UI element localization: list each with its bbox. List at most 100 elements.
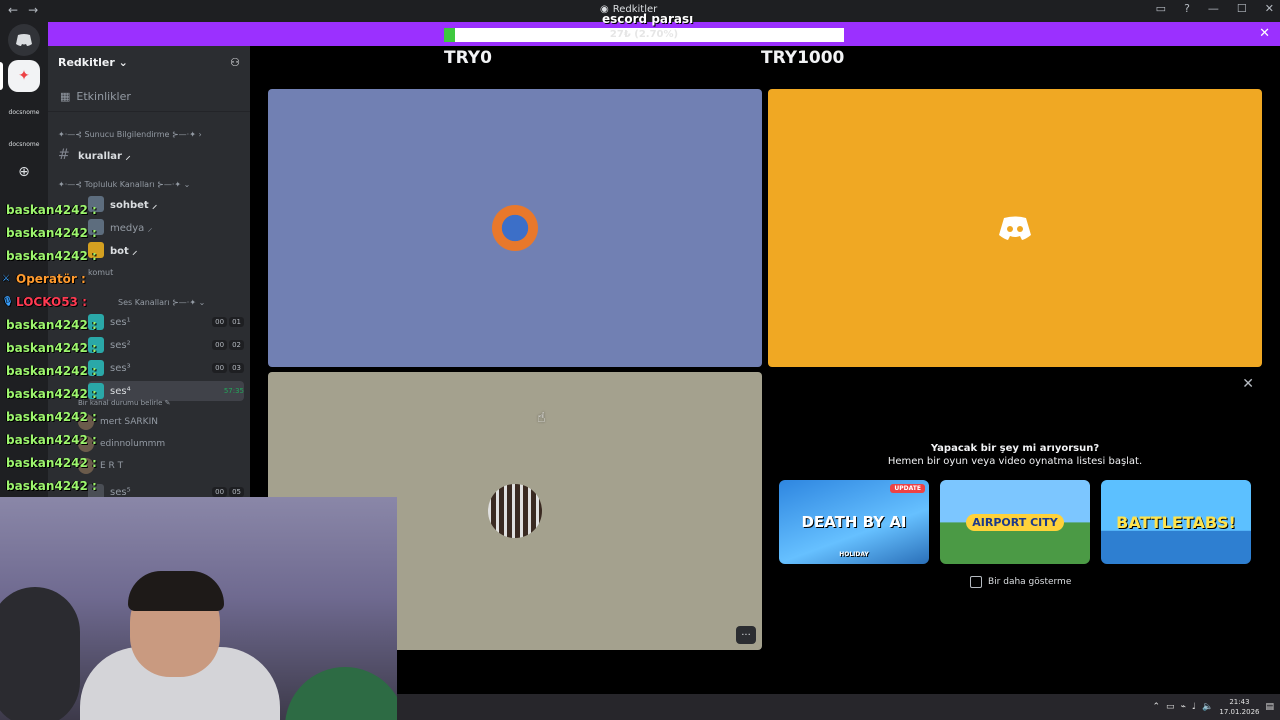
chevron-up-icon[interactable]: ⌃ <box>1152 702 1160 712</box>
game-battletabs[interactable]: BATTLETABS! <box>1101 480 1251 564</box>
events-item[interactable]: ▦ Etkinlikler <box>48 82 250 112</box>
chat-username-text: baskan4242 : <box>6 386 97 401</box>
user-count: 00 01 <box>212 317 244 327</box>
chat-username: baskan4242 : <box>0 451 190 474</box>
nav-buttons: ← → <box>8 3 38 17</box>
calendar-icon: ▦ <box>60 90 71 103</box>
participant-tile-1[interactable] <box>268 89 762 367</box>
clock[interactable]: 21:43 17.01.2026 <box>1219 697 1259 717</box>
donation-progress-track: 27₺ (2.70%) <box>444 28 844 42</box>
microphone-icon[interactable]: ♩ <box>1192 702 1196 712</box>
server-docsnome-1[interactable]: docsnome <box>8 96 40 128</box>
server-redkitler-icon[interactable]: ✦ <box>8 60 40 92</box>
category-info[interactable]: ✦·—⊰ Sunucu Bilgilendirme ⊱—·✦ › <box>58 130 202 139</box>
user-count: 00 03 <box>212 363 244 373</box>
update-badge: UPDATE <box>890 484 925 493</box>
more-options-button[interactable]: ··· <box>736 626 756 644</box>
participant-tile-2[interactable] <box>768 89 1262 367</box>
chat-username-text: baskan4242 : <box>6 225 97 240</box>
chat-username-text: baskan4242 : <box>6 363 97 378</box>
chat-username-text: baskan4242 : <box>6 202 97 217</box>
discord-window: ← → ◉ Redkitler ▭ ? — ☐ ✕ ✦ docsnome doc… <box>0 0 1280 720</box>
donation-max-label: TRY1000 <box>761 48 845 68</box>
chat-username: baskan4242 : <box>0 221 190 244</box>
chat-username-text: LOCKO53 : <box>16 294 87 309</box>
close-icon[interactable]: ✕ <box>1259 26 1270 41</box>
invite-icon[interactable]: ⚇ <box>230 56 240 69</box>
activity-launcher: ✕ Yapacak bir şey mi arıyorsun? Hemen bi… <box>768 372 1262 650</box>
maximize-button[interactable]: ☐ <box>1237 2 1247 15</box>
volume-icon[interactable]: 🔈 <box>1202 702 1213 712</box>
discord-logo-icon <box>999 216 1031 240</box>
chat-username-text: baskan4242 : <box>6 478 97 493</box>
server-header[interactable]: Redkitler ⌄ ⚇ <box>48 46 250 78</box>
game-tag: HOLIDAY <box>839 551 869 558</box>
clock-date: 17.01.2026 <box>1219 708 1260 716</box>
windows-taskbar: ⌃ ▭ ⌁ ♩ 🔈 21:43 17.01.2026 ▤ <box>397 694 1280 720</box>
dont-show-again-checkbox[interactable]: Bir daha gösterme <box>970 576 1071 588</box>
voice-stage: ··· ✕ Yapacak bir şey mi arıyorsun? Heme… <box>250 46 1280 720</box>
chat-badge-icon: 🎙 <box>2 296 14 307</box>
chat-username: baskan4242 : <box>0 198 190 221</box>
donation-goal-bar: escord parası 27₺ (2.70%) ✕ TRY0 TRY1000 <box>48 12 1280 68</box>
events-label: Etkinlikler <box>76 90 131 103</box>
active-server-pill <box>0 62 3 90</box>
window-controls: ▭ ? — ☐ ✕ <box>1156 2 1274 15</box>
clock-time: 21:43 <box>1229 698 1250 706</box>
webcam-background-chair <box>0 587 80 720</box>
hand-cursor-icon: ☝ <box>537 410 546 426</box>
stream-chat-overlay: baskan4242 : baskan4242 : baskan4242 : ⚔ Ope… <box>0 198 190 497</box>
discord-home-icon[interactable] <box>8 24 40 56</box>
forward-arrow-icon[interactable]: → <box>28 3 38 17</box>
chat-badge-icon: ⚔ <box>2 273 11 284</box>
game-death-by-ai[interactable]: DEATH BY AI UPDATE HOLIDAY <box>779 480 929 564</box>
system-tray: ⌃ ▭ ⌁ ♩ 🔈 21:43 17.01.2026 ▤ <box>1152 697 1274 717</box>
inbox-icon[interactable]: ▭ <box>1156 2 1166 15</box>
channel-kurallar[interactable]: # kurallar ⸝ <box>58 145 244 165</box>
chat-username: baskan4242 : <box>0 405 190 428</box>
chat-username: baskan4242 : <box>0 428 190 451</box>
chat-username-text: Operatör : <box>16 271 86 286</box>
user-count: 00 02 <box>212 340 244 350</box>
category-community[interactable]: ✦·—⊰ Topluluk Kanalları ⊱—·✦ ⌄ <box>58 180 190 189</box>
help-icon[interactable]: ? <box>1184 2 1190 15</box>
checkbox-box <box>970 576 982 588</box>
participant-avatar <box>488 484 542 538</box>
webcam-green-chair <box>285 667 397 720</box>
battery-icon[interactable]: ▭ <box>1166 702 1175 712</box>
participant-avatar <box>492 205 538 251</box>
close-button[interactable]: ✕ <box>1265 2 1274 15</box>
activity-subtitle: Hemen bir oyun veya video oynatma listes… <box>887 456 1143 467</box>
hash-icon: # <box>58 147 70 163</box>
chat-username: baskan4242 : <box>0 244 190 267</box>
chat-username: baskan4242 : <box>0 336 190 359</box>
chat-username-text: baskan4242 : <box>6 432 97 447</box>
server-name: Redkitler ⌄ <box>58 55 128 69</box>
chat-username-text: baskan4242 : <box>6 317 97 332</box>
add-server-icon[interactable]: ⊕ <box>8 156 40 188</box>
close-icon[interactable]: ✕ <box>1242 376 1254 392</box>
chat-username-text: baskan4242 : <box>6 455 97 470</box>
chat-username: baskan4242 : <box>0 474 190 497</box>
donation-title: escord parası <box>602 12 694 26</box>
chat-username: baskan4242 : <box>0 382 190 405</box>
donation-progress-text: 27₺ (2.70%) <box>609 29 679 40</box>
chat-username-text: baskan4242 : <box>6 409 97 424</box>
chat-username: 🎙 LOCKO53 : <box>0 290 190 313</box>
chat-username: baskan4242 : <box>0 313 190 336</box>
chat-username: baskan4242 : <box>0 359 190 382</box>
user-count: 00 05 <box>212 487 244 497</box>
game-airport-city[interactable]: AIRPORT CITY <box>940 480 1090 564</box>
activity-title: Yapacak bir şey mi arıyorsun? <box>930 443 1100 454</box>
notification-icon[interactable]: ▤ <box>1265 702 1274 712</box>
chat-username: ⚔ Operatör : <box>0 267 190 290</box>
back-arrow-icon[interactable]: ← <box>8 3 18 17</box>
webcam-person-hair <box>128 571 224 611</box>
call-timer: 57:35 <box>223 387 244 395</box>
network-icon[interactable]: ⌁ <box>1181 702 1186 712</box>
chat-username-text: baskan4242 : <box>6 248 97 263</box>
webcam-overlay <box>0 497 397 720</box>
minimize-button[interactable]: — <box>1208 2 1219 15</box>
donation-min-label: TRY0 <box>444 48 492 68</box>
chat-username-text: baskan4242 : <box>6 340 97 355</box>
